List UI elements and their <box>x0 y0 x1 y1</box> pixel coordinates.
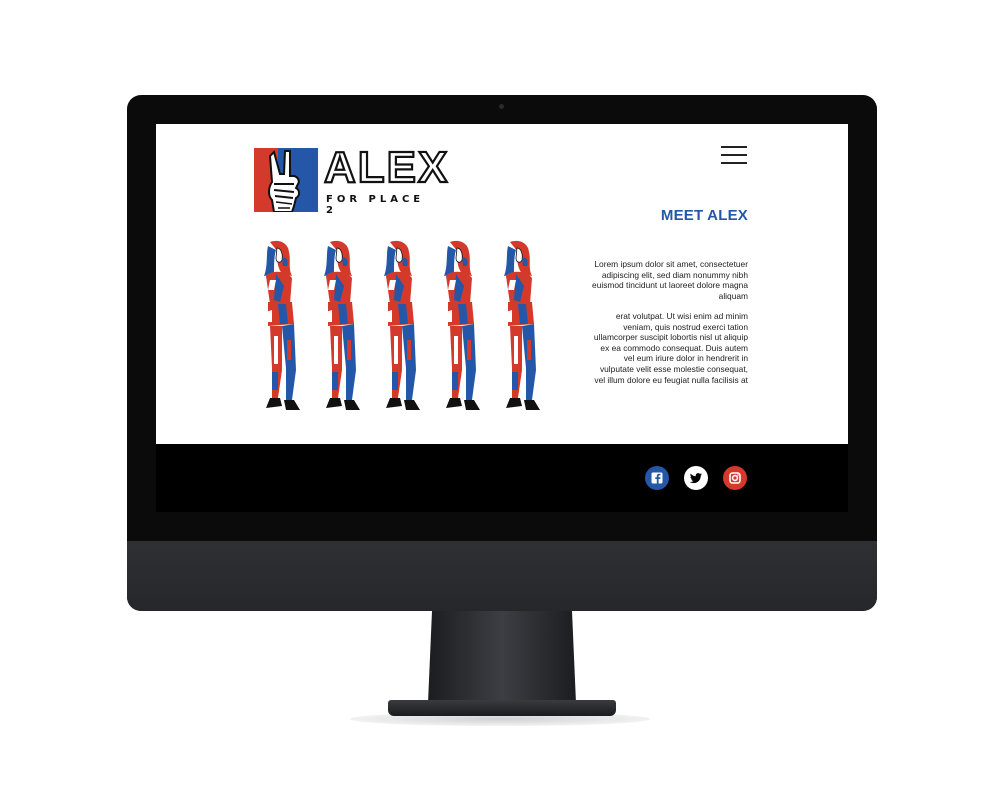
woman-figure-illustration <box>504 240 540 410</box>
woman-figure-illustration <box>384 240 420 410</box>
monitor-chin <box>127 541 877 611</box>
twitter-icon[interactable] <box>684 466 708 490</box>
site-logo[interactable]: ALEX FOR PLACE 2 <box>254 142 448 216</box>
body-paragraph: erat volutpat. Ut wisi enim ad minim ven… <box>593 311 748 385</box>
logo-title: ALEX <box>323 142 450 192</box>
logo-subtitle: FOR PLACE 2 <box>326 194 425 216</box>
figure-row <box>256 240 546 416</box>
page-content: ALEX FOR PLACE 2 MEET ALEX Lorem ipsum d… <box>156 124 848 444</box>
hamburger-menu-icon[interactable] <box>721 146 747 166</box>
monitor-base <box>388 700 616 716</box>
section-heading: MEET ALEX <box>660 207 748 224</box>
instagram-icon[interactable] <box>723 466 747 490</box>
screen: ALEX FOR PLACE 2 MEET ALEX Lorem ipsum d… <box>156 124 848 512</box>
monitor-stand <box>428 611 576 703</box>
camera-dot <box>499 104 504 109</box>
peace-hand-logo-icon <box>254 148 318 212</box>
monitor-frame: ALEX FOR PLACE 2 MEET ALEX Lorem ipsum d… <box>127 95 877 611</box>
footer <box>156 444 848 512</box>
woman-figure-illustration <box>444 240 480 410</box>
intro-paragraph: Lorem ipsum dolor sit amet, consectetuer… <box>592 259 748 301</box>
woman-figure-illustration <box>264 240 300 410</box>
facebook-icon[interactable] <box>645 466 669 490</box>
woman-figure-illustration <box>324 240 360 410</box>
